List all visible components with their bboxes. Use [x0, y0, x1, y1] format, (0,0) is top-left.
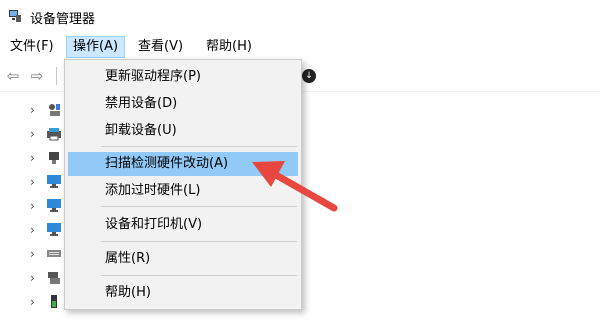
printer-icon — [47, 128, 61, 141]
chevron-right-icon[interactable]: › — [30, 295, 40, 309]
chevron-right-icon[interactable]: › — [30, 247, 40, 261]
monitor-icon — [47, 199, 61, 212]
monitor-icon — [47, 175, 61, 188]
menu-item-disable-device[interactable]: 禁用设备(D) — [68, 92, 298, 116]
window-title: 设备管理器 — [30, 12, 96, 27]
menu-item-devices-and-printers[interactable]: 设备和打印机(V) — [68, 213, 298, 237]
keyboard-icon — [47, 250, 61, 257]
menu-view[interactable]: 查看(V) — [132, 36, 189, 58]
download-icon[interactable]: ↓ — [302, 69, 316, 83]
menu-item-properties[interactable]: 属性(R) — [68, 247, 298, 271]
forward-arrow-icon[interactable]: ⇨ — [28, 68, 46, 84]
toolbar-separator — [56, 67, 57, 85]
menu-item-update-driver[interactable]: 更新驱动程序(P) — [68, 65, 298, 89]
menu-separator — [101, 275, 297, 276]
menu-separator — [101, 241, 297, 242]
menu-item-add-legacy-hardware[interactable]: 添加过时硬件(L) — [68, 179, 298, 203]
menu-separator — [101, 146, 297, 147]
chevron-right-icon[interactable]: › — [30, 103, 40, 117]
chevron-right-icon[interactable]: › — [30, 223, 40, 237]
action-menu-dropdown: 更新驱动程序(P) 禁用设备(D) 卸载设备(U) 扫描检测硬件改动(A) 添加… — [64, 59, 302, 310]
battery-icon — [51, 295, 57, 308]
menu-item-uninstall-device[interactable]: 卸载设备(U) — [68, 119, 298, 143]
network-adapter-icon — [48, 272, 60, 284]
menu-action[interactable]: 操作(A) — [66, 36, 126, 58]
menu-help[interactable]: 帮助(H) — [200, 36, 258, 58]
menu-separator — [101, 206, 297, 207]
monitor-icon — [47, 223, 61, 236]
menu-item-scan-hardware-changes[interactable]: 扫描检测硬件改动(A) — [68, 152, 298, 176]
device-manager-icon — [9, 10, 21, 22]
usb-plug-icon — [49, 152, 59, 164]
chevron-right-icon[interactable]: › — [30, 127, 40, 141]
back-arrow-icon[interactable]: ⇦ — [4, 68, 22, 84]
chevron-right-icon[interactable]: › — [30, 175, 40, 189]
menu-file[interactable]: 文件(F) — [4, 36, 60, 58]
title-bar: 设备管理器 — [0, 0, 600, 34]
chevron-right-icon[interactable]: › — [30, 199, 40, 213]
chevron-right-icon[interactable]: › — [30, 271, 40, 285]
audio-device-icon — [49, 104, 60, 116]
menu-bar: 文件(F) 操作(A) 查看(V) 帮助(H) — [0, 34, 600, 60]
chevron-right-icon[interactable]: › — [30, 151, 40, 165]
menu-item-help[interactable]: 帮助(H) — [68, 281, 298, 305]
